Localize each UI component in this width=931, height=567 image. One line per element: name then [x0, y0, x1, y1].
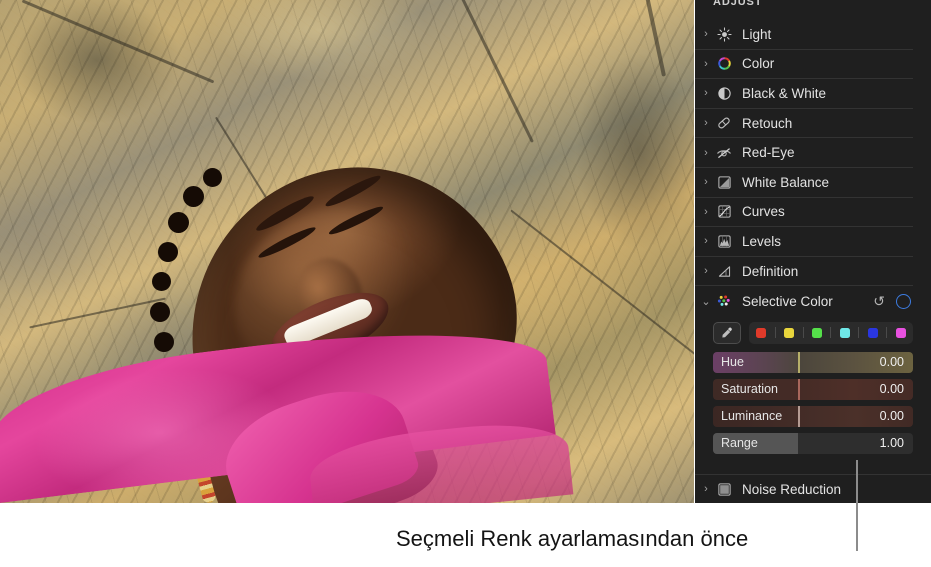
adjustment-label: Color: [742, 56, 775, 72]
swatch-yellow[interactable]: [784, 327, 795, 338]
crossed-eye-icon: [714, 145, 734, 161]
photo-preview[interactable]: [0, 0, 694, 503]
chevron-right-icon[interactable]: ›: [698, 483, 714, 495]
slider-value: 1.00: [879, 436, 904, 451]
swatch-divider: [802, 327, 804, 339]
adjustment-label: Light: [742, 26, 772, 42]
hair-braid: [154, 332, 174, 352]
adjust-panel: ADJUST › Light › Color › Black & White ›…: [695, 0, 931, 503]
adjustment-row-levels[interactable]: › Levels: [695, 227, 913, 257]
sun-icon: [714, 26, 734, 42]
chevron-right-icon[interactable]: ›: [698, 206, 714, 218]
levels-icon: [714, 233, 734, 249]
chevron-down-icon[interactable]: ⌄: [698, 295, 714, 308]
slider-value: 0.00: [879, 355, 904, 370]
color-swatch-group: [749, 321, 913, 344]
chevron-right-icon[interactable]: ›: [698, 176, 714, 188]
adjustment-row-definition[interactable]: › Definition: [695, 257, 913, 287]
swatch-blue[interactable]: [867, 327, 878, 338]
swatch-divider: [858, 327, 860, 339]
hair-braid: [158, 242, 178, 262]
noise-reduction-icon: [714, 481, 734, 497]
adjustment-row-selective-color[interactable]: ⌄ Selective Color ↺: [695, 286, 913, 316]
hair-braid: [183, 186, 204, 207]
chevron-right-icon[interactable]: ›: [698, 117, 714, 129]
selective-color-swatch-bar: [713, 321, 913, 344]
white-balance-icon: [714, 174, 734, 190]
adjustment-row-retouch[interactable]: › Retouch: [695, 109, 913, 139]
adjustment-row-noise-reduction[interactable]: › Noise Reduction: [695, 474, 931, 503]
slider-handle[interactable]: [798, 405, 800, 427]
adjustment-label: Noise Reduction: [742, 481, 842, 497]
adjustment-label: Black & White: [742, 85, 827, 101]
callout-leader-line: [856, 460, 858, 551]
selective-color-tools: ↺: [873, 293, 913, 309]
adjustment-label: Definition: [742, 263, 799, 279]
slider-label: Hue: [721, 355, 744, 370]
slider-luminance[interactable]: Luminance 0.00: [713, 405, 913, 427]
eyedropper-icon[interactable]: [713, 321, 741, 344]
chevron-right-icon[interactable]: ›: [698, 147, 714, 159]
chevron-right-icon[interactable]: ›: [698, 28, 714, 40]
slider-value: 0.00: [879, 409, 904, 424]
adjustment-label: Selective Color: [742, 293, 833, 309]
hair-braid: [150, 302, 170, 322]
slider-saturation[interactable]: Saturation 0.00: [713, 378, 913, 400]
selective-color-dots-icon: [714, 293, 734, 309]
definition-icon: [714, 263, 734, 279]
adjustment-label: Levels: [742, 233, 782, 249]
adjustment-label: White Balance: [742, 174, 830, 190]
adjustment-label: Red-Eye: [742, 145, 795, 161]
slider-label: Range: [721, 436, 758, 451]
slider-range[interactable]: Range 1.00: [713, 432, 913, 454]
adjustment-row-red-eye[interactable]: › Red-Eye: [695, 138, 913, 168]
slider-handle[interactable]: [798, 378, 800, 400]
half-circle-icon: [714, 85, 734, 101]
chevron-right-icon[interactable]: ›: [698, 265, 714, 277]
adjustment-row-color[interactable]: › Color: [695, 50, 913, 80]
adjustment-list: › Light › Color › Black & White › Retouc…: [695, 20, 931, 460]
adjustment-row-curves[interactable]: › Curves: [695, 198, 913, 228]
swatch-red[interactable]: [756, 327, 767, 338]
adjustment-row-black-and-white[interactable]: › Black & White: [695, 79, 913, 109]
reset-arrow-icon[interactable]: ↺: [873, 294, 885, 308]
circle-toggle-icon[interactable]: [896, 293, 911, 309]
adjustment-label: Curves: [742, 204, 785, 220]
adjust-section-title: ADJUST: [713, 0, 763, 8]
slider-handle[interactable]: [798, 351, 800, 373]
swatch-green[interactable]: [812, 327, 823, 338]
screenshot-root: ADJUST › Light › Color › Black & White ›…: [0, 0, 931, 567]
slider-label: Saturation: [721, 382, 778, 397]
swatch-divider: [774, 327, 776, 339]
curves-icon: [714, 204, 734, 220]
hair-braid: [203, 168, 222, 187]
swatch-divider: [830, 327, 832, 339]
hair-braid: [152, 272, 171, 291]
slider-label: Luminance: [721, 409, 783, 424]
hair-braid: [168, 212, 189, 233]
chevron-right-icon[interactable]: ›: [698, 58, 714, 70]
adjustment-row-light[interactable]: › Light: [695, 20, 913, 50]
slider-hue[interactable]: Hue 0.00: [713, 351, 913, 373]
swatch-divider: [886, 327, 888, 339]
chevron-right-icon[interactable]: ›: [698, 87, 714, 99]
swatch-magenta[interactable]: [895, 327, 906, 338]
caption-text: Seçmeli Renk ayarlamasından önce: [396, 526, 749, 551]
adjustment-row-white-balance[interactable]: › White Balance: [695, 168, 913, 198]
chevron-right-icon[interactable]: ›: [698, 235, 714, 247]
adjustment-label: Retouch: [742, 115, 793, 131]
swatch-cyan[interactable]: [839, 327, 850, 338]
slider-value: 0.00: [879, 382, 904, 397]
color-wheel-icon: [714, 56, 734, 72]
bandage-icon: [714, 115, 734, 131]
